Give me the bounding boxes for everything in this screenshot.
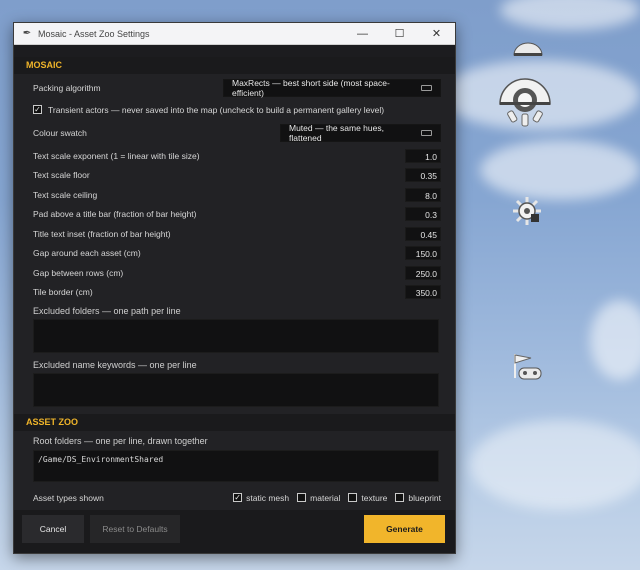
dropdown-arrow-icon bbox=[420, 129, 432, 136]
sky-light-icon[interactable] bbox=[496, 74, 554, 132]
feather-icon: ✒ bbox=[22, 28, 32, 39]
setting-row: Text scale exponent (1 = linear with til… bbox=[33, 147, 441, 164]
asset-type-label: texture bbox=[361, 492, 388, 503]
setting-value-input[interactable]: 0.45 bbox=[405, 226, 441, 241]
asset-type-label: static mesh bbox=[246, 492, 290, 503]
transient-actors-label: Transient actors — never saved into the … bbox=[48, 104, 385, 115]
asset-type-option[interactable]: ✓ static mesh bbox=[233, 493, 289, 503]
setting-value-input[interactable]: 150.0 bbox=[405, 246, 441, 260]
setting-label: Text scale floor bbox=[33, 170, 90, 180]
setting-label: Gap between rows (cm) bbox=[33, 267, 124, 278]
window-title: Mosaic - Asset Zoo Settings bbox=[38, 28, 150, 39]
root-folders-label: Root folders — one per line, drawn toget… bbox=[33, 436, 208, 446]
asset-type-option[interactable]: blueprint bbox=[395, 493, 441, 503]
colour-swatch-value: Muted — the same hues, flattened bbox=[289, 122, 384, 143]
cloud bbox=[590, 300, 640, 380]
packing-algorithm-value: MaxRects — best short side (most space-e… bbox=[232, 77, 390, 98]
root-folders-textarea[interactable]: /Game/DS_EnvironmentShared bbox=[33, 450, 439, 482]
player-start-icon[interactable] bbox=[509, 352, 545, 382]
excluded-folders-textarea[interactable] bbox=[33, 319, 439, 353]
title-bar[interactable]: ✒ Mosaic - Asset Zoo Settings — ☐ ✕ bbox=[14, 23, 455, 45]
cloud bbox=[480, 140, 640, 200]
setting-label: Text scale ceiling bbox=[33, 189, 98, 200]
setting-row: Text scale ceiling 8.0 bbox=[33, 186, 441, 203]
setting-value-input[interactable]: 0.3 bbox=[405, 207, 441, 221]
setting-value-input[interactable]: 350.0 bbox=[405, 285, 441, 299]
setting-label: Gap around each asset (cm) bbox=[33, 248, 141, 258]
asset-type-checkbox[interactable] bbox=[348, 493, 358, 502]
cloud bbox=[470, 420, 640, 510]
excluded-folders-label: Excluded folders — one path per line bbox=[33, 306, 181, 316]
asset-type-option[interactable]: texture bbox=[348, 493, 387, 503]
cloud bbox=[500, 0, 640, 30]
dome-icon[interactable] bbox=[511, 40, 545, 58]
cancel-button[interactable]: Cancel bbox=[22, 515, 84, 543]
setting-row: Gap around each asset (cm) 150.0 bbox=[33, 245, 441, 262]
maximize-button[interactable]: ☐ bbox=[381, 23, 418, 44]
minimize-button[interactable]: — bbox=[344, 23, 381, 44]
setting-row: Text scale floor 0.35 bbox=[33, 167, 441, 184]
footer-bar: Cancel Reset to Defaults Generate bbox=[14, 510, 455, 553]
excluded-keywords-textarea[interactable] bbox=[33, 373, 439, 407]
setting-label: Tile border (cm) bbox=[33, 287, 93, 297]
asset-type-checkbox[interactable] bbox=[297, 493, 307, 502]
mosaic-panel: Packing algorithm MaxRects — best short … bbox=[14, 74, 455, 421]
setting-row: Title text inset (fraction of bar height… bbox=[33, 225, 441, 242]
asset-type-label: blueprint bbox=[408, 492, 441, 503]
setting-label: Text scale exponent (1 = linear with til… bbox=[33, 150, 200, 161]
colour-swatch-dropdown[interactable]: Muted — the same hues, flattened bbox=[280, 122, 441, 143]
asset-zoo-section-header: ASSET ZOO bbox=[14, 414, 455, 431]
packing-algorithm-label: Packing algorithm bbox=[33, 82, 101, 93]
dropdown-arrow-icon bbox=[420, 84, 432, 91]
setting-row: Pad above a title bar (fraction of bar h… bbox=[33, 206, 441, 223]
setting-label: Title text inset (fraction of bar height… bbox=[33, 228, 171, 239]
setting-value-input[interactable]: 8.0 bbox=[405, 187, 441, 202]
mosaic-section-header: MOSAIC bbox=[14, 57, 455, 74]
colour-swatch-label: Colour swatch bbox=[33, 127, 87, 138]
setting-value-input[interactable]: 1.0 bbox=[405, 148, 441, 163]
reset-to-defaults-button[interactable]: Reset to Defaults bbox=[90, 515, 180, 543]
setting-label: Pad above a title bar (fraction of bar h… bbox=[33, 209, 197, 219]
setting-row: Gap between rows (cm) 250.0 bbox=[33, 264, 441, 281]
settings-window: ✒ Mosaic - Asset Zoo Settings — ☐ ✕ MOSA… bbox=[13, 22, 456, 554]
asset-type-checkbox[interactable]: ✓ bbox=[233, 493, 243, 502]
setting-value-input[interactable]: 0.35 bbox=[405, 168, 441, 182]
transient-actors-checkbox[interactable]: ✓ bbox=[33, 105, 42, 114]
generate-button[interactable]: Generate bbox=[364, 515, 445, 543]
asset-type-label: material bbox=[310, 492, 341, 503]
asset-type-option[interactable]: material bbox=[297, 493, 340, 503]
excluded-keywords-label: Excluded name keywords — one per line bbox=[33, 360, 197, 370]
setting-row: Tile border (cm) 350.0 bbox=[33, 284, 441, 301]
asset-types-label: Asset types shown bbox=[33, 492, 104, 503]
sun-light-icon[interactable] bbox=[510, 195, 544, 227]
asset-type-checkbox[interactable] bbox=[395, 493, 405, 502]
packing-algorithm-dropdown[interactable]: MaxRects — best short side (most space-e… bbox=[223, 77, 441, 98]
asset-zoo-panel: Root folders — one per line, drawn toget… bbox=[14, 431, 455, 510]
setting-value-input[interactable]: 250.0 bbox=[405, 265, 441, 280]
close-button[interactable]: ✕ bbox=[418, 23, 455, 44]
